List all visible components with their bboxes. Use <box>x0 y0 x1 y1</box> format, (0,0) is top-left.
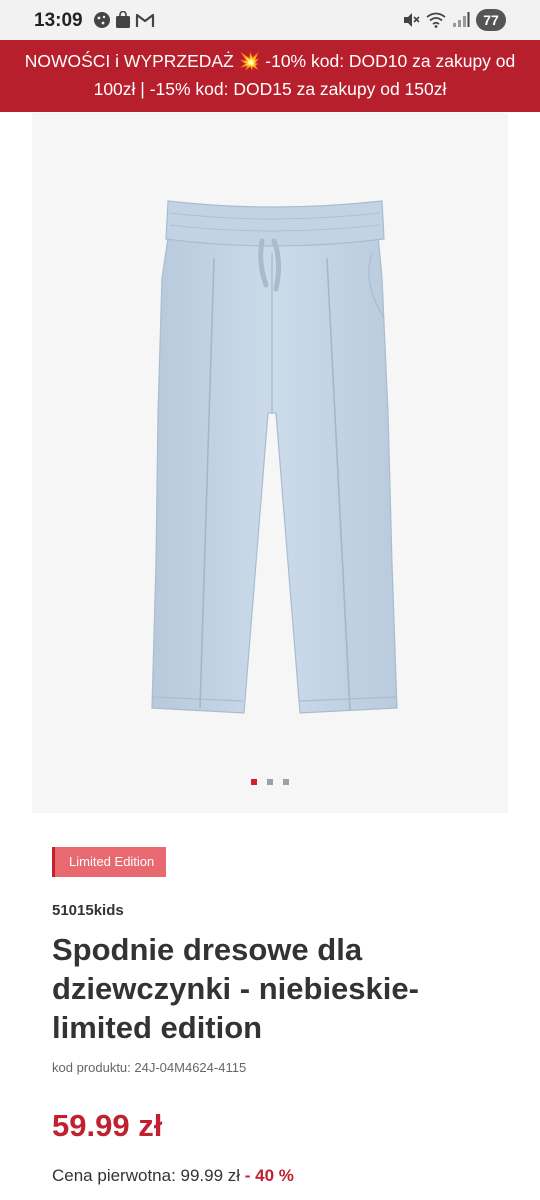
wifi-icon <box>426 12 446 28</box>
burst-icon: 💥 <box>238 51 261 71</box>
gmail-icon <box>135 13 155 27</box>
status-right-icons: 77 <box>402 9 506 31</box>
pants-image <box>151 200 398 714</box>
product-title: Spodnie dresowe dla dziewczynki - niebie… <box>52 932 419 1045</box>
original-price-label: Cena pierwotna: 99.99 zł <box>52 1166 241 1185</box>
signal-icon <box>453 12 470 27</box>
status-bar: 13:09 77 <box>0 0 540 40</box>
battery-indicator: 77 <box>476 9 506 31</box>
product-image-gallery[interactable] <box>32 113 508 813</box>
mute-icon <box>404 13 420 27</box>
promo-text-start: NOWOŚCI i WYPRZEDAŻ <box>24 51 239 71</box>
promo-banner[interactable]: NOWOŚCI i WYPRZEDAŻ 💥 -10% kod: DOD10 za… <box>0 40 540 112</box>
carousel-dot[interactable] <box>267 779 273 785</box>
status-time: 13:09 <box>34 10 83 31</box>
limited-edition-badge: Limited Edition <box>52 847 167 877</box>
discount-percent: 40 % <box>255 1166 294 1185</box>
carousel-dots <box>32 779 508 785</box>
shopping-bag-icon <box>116 11 130 28</box>
carousel-dot[interactable] <box>251 779 257 785</box>
discount-separator: - <box>240 1166 256 1185</box>
cookie-icon <box>94 12 110 28</box>
status-left-icons <box>93 11 155 29</box>
brand-name[interactable]: 51015kids <box>52 902 124 919</box>
original-price: Cena pierwotna: 99.99 zł - 40 % <box>52 1166 294 1186</box>
product-code: kod produktu: 24J-04M4624-4115 <box>52 1060 247 1075</box>
current-price: 59.99 zł <box>52 1108 163 1143</box>
carousel-dot[interactable] <box>283 779 289 785</box>
